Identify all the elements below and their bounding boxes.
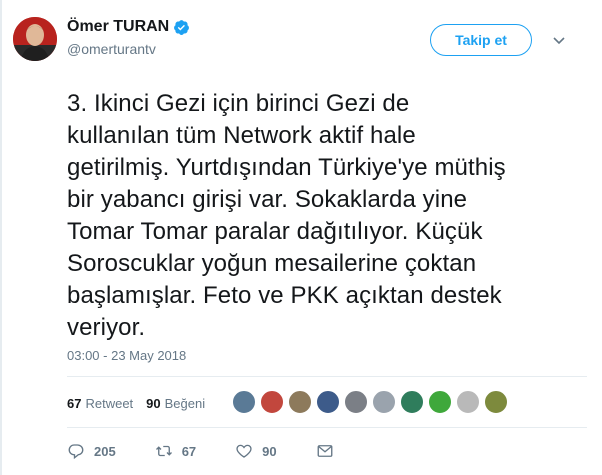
retweet-action-count: 67 <box>181 443 197 459</box>
tweet-actions: 205 67 90 <box>67 442 334 460</box>
reply-icon <box>68 444 84 460</box>
liker-avatar[interactable] <box>316 390 340 414</box>
liker-avatar[interactable] <box>232 390 256 414</box>
author-handle[interactable]: @omerturantv <box>67 41 156 57</box>
liker-avatar[interactable] <box>456 390 480 414</box>
tweet-line: Tomar Tomar paralar dağıtılıyor. Küçük <box>67 218 483 245</box>
heart-icon <box>236 444 252 458</box>
retweet-button[interactable]: 67 <box>155 442 196 460</box>
divider <box>67 376 587 377</box>
like-button[interactable]: 90 <box>235 442 277 460</box>
reply-button[interactable]: 205 <box>67 442 116 460</box>
tweet-line: bir yabancı girişi var. Sokaklarda yine <box>67 186 468 213</box>
liker-avatar[interactable] <box>372 390 396 414</box>
liker-avatars <box>232 390 512 414</box>
avatar-image <box>13 17 57 61</box>
envelope-icon <box>317 445 333 457</box>
liker-avatar[interactable] <box>344 390 368 414</box>
tweet-line: 3. Ikinci Gezi için birinci Gezi de <box>67 90 410 117</box>
follow-button[interactable]: Takip et <box>430 24 532 56</box>
divider <box>67 427 587 428</box>
retweet-icon <box>155 445 172 457</box>
liker-avatar[interactable] <box>288 390 312 414</box>
reply-count: 205 <box>94 443 116 459</box>
left-border <box>0 0 2 475</box>
tweet-line: başlamışlar. Feto ve PKK açıktan destek <box>67 282 502 309</box>
verified-badge-icon <box>174 19 190 35</box>
tweet-line: getirilmiş. Yurtdışından Türkiye'ye müth… <box>67 154 506 181</box>
stats-like-label[interactable]: Beğeni <box>165 396 205 411</box>
author-row[interactable]: Ömer TURAN <box>67 18 190 36</box>
stats-like-count[interactable]: 90 <box>146 396 160 411</box>
tweet-stats: 67 Retweet 90 Beğeni <box>67 396 205 411</box>
chevron-down-icon[interactable] <box>553 37 565 45</box>
avatar[interactable] <box>13 17 57 61</box>
liker-avatar[interactable] <box>400 390 424 414</box>
like-action-count: 90 <box>262 443 277 459</box>
stats-retweet-label[interactable]: Retweet <box>85 396 133 411</box>
liker-avatar[interactable] <box>260 390 284 414</box>
tweet-line: kullanılan tüm Network aktif hale <box>67 122 416 149</box>
author-name[interactable]: Ömer TURAN <box>67 18 169 36</box>
liker-avatar[interactable] <box>484 390 508 414</box>
tweet-line: Soroscuklar yoğun mesailerine çoktan <box>67 250 477 277</box>
stats-retweet-count[interactable]: 67 <box>67 396 81 411</box>
tweet-text: 3. Ikinci Gezi için birinci Gezi de kull… <box>67 88 587 344</box>
liker-avatar[interactable] <box>428 390 452 414</box>
tweet-timestamp[interactable]: 03:00 - 23 May 2018 <box>67 348 186 363</box>
direct-message-button[interactable] <box>316 442 334 460</box>
tweet-line: veriyor. <box>67 314 146 341</box>
